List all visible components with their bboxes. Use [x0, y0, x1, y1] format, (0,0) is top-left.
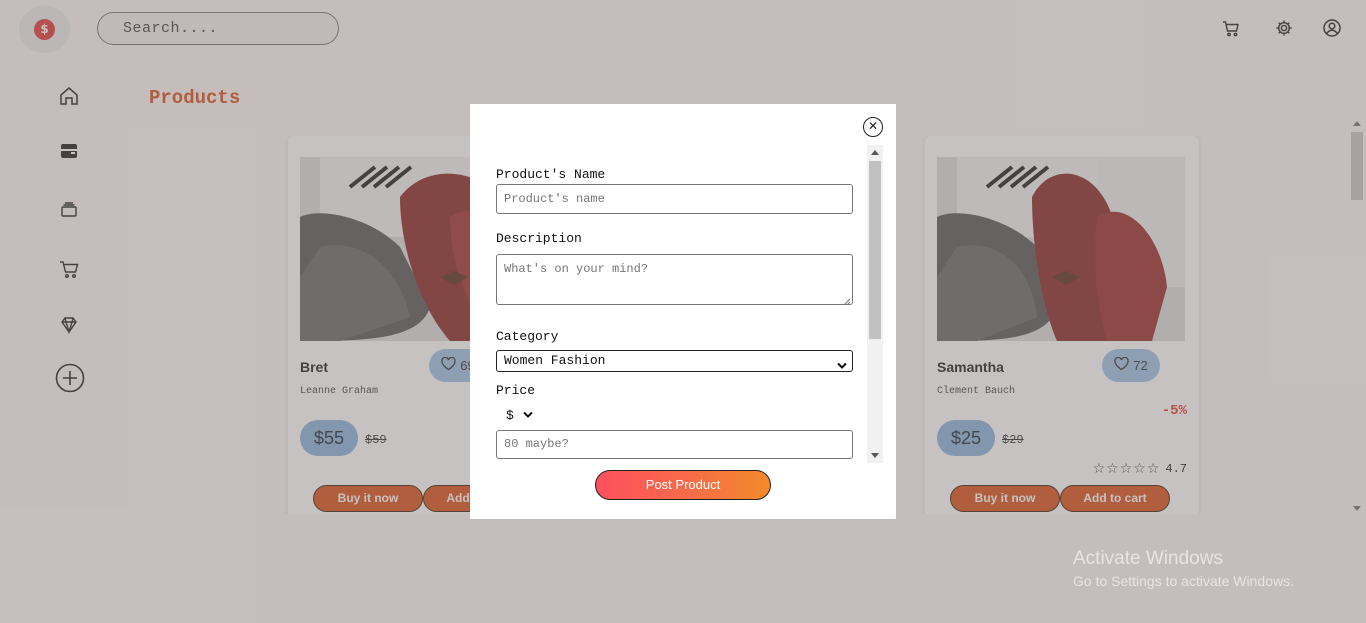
post-product-modal: ✕ Product's Name Product's name Descript…: [470, 104, 896, 519]
scroll-up-arrow-icon[interactable]: [871, 150, 879, 155]
description-label: Description: [496, 231, 582, 246]
category-label: Category: [496, 329, 559, 344]
scroll-down-arrow-icon[interactable]: [871, 453, 879, 458]
currency-value: $: [506, 408, 514, 423]
price-label: Price: [496, 383, 536, 398]
category-selected-value: Women Fashion: [504, 353, 606, 368]
scrollbar-thumb[interactable]: [869, 161, 881, 339]
product-name-label: Product's Name: [496, 167, 606, 182]
activate-windows-subtitle: Go to Settings to activate Windows.: [1073, 573, 1294, 589]
activate-windows-title: Activate Windows: [1073, 548, 1223, 569]
currency-select[interactable]: $: [506, 408, 533, 423]
chevron-down-icon: [523, 408, 533, 423]
price-input[interactable]: 80 maybe?: [496, 430, 853, 459]
resize-grip-icon[interactable]: [843, 295, 851, 306]
post-product-button[interactable]: Post Product: [595, 470, 771, 500]
chevron-down-icon: [837, 357, 847, 377]
form-scrollbar[interactable]: [867, 145, 883, 463]
product-form: Product's Name Product's name Descriptio…: [496, 146, 883, 463]
description-placeholder: What's on your mind?: [504, 262, 649, 276]
product-name-input[interactable]: Product's name: [496, 184, 853, 214]
close-icon[interactable]: ✕: [863, 117, 883, 137]
category-select[interactable]: Women Fashion: [496, 350, 853, 372]
description-textarea[interactable]: What's on your mind?: [496, 254, 853, 306]
